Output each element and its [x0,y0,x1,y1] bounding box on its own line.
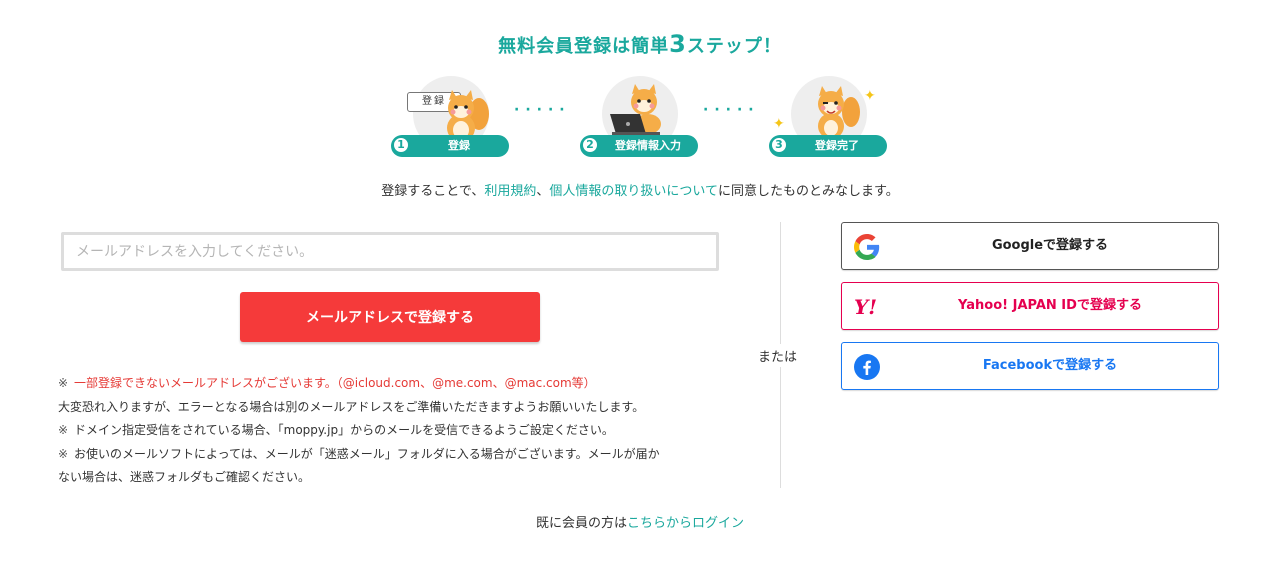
step-2-text: 登録情報入力 [615,139,681,152]
note-item: ※ お使いのメールソフトによっては、メールが「迷惑メール」フォルダに入る場合がご… [58,443,728,467]
agreement-suffix: に同意したものとみなします。 [718,184,899,199]
note-mark: ※ [58,423,69,437]
page-title: 無料会員登録は簡単3ステップ！ [0,30,1280,58]
privacy-link[interactable]: 個人情報の取り扱いについて [549,184,718,199]
agreement-prefix: 登録することで、 [381,184,485,199]
squirrel-wink-icon [818,86,860,139]
note-item: ※ ドメイン指定受信をされている場合、「moppy.jp」からのメールを受信でき… [58,419,728,443]
step-3-text: 登録完了 [815,139,859,152]
agreement-sep: 、 [536,184,550,199]
note-mark: ※ [58,446,69,461]
note-1-text: 一部登録できないメールアドレスがございます。（@icloud.com、@me.c… [74,376,596,390]
step-3-label: 3 登録完了 [769,135,887,157]
yahoo-icon: Y! [854,295,878,319]
note-item: ※ 一部登録できないメールアドレスがございます。（@icloud.com、@me… [58,372,728,396]
note-3-text: お使いのメールソフトによっては、メールが「迷惑メール」フォルダに入る場合がござい… [74,446,660,461]
note-2-text: ドメイン指定受信をされている場合、「moppy.jp」からのメールを受信できるよ… [74,423,614,437]
login-prompt: 既に会員の方はこちらからログイン [0,512,1280,531]
step-dots-2: ····· [703,102,760,118]
google-register-button[interactable]: Googleで登録する [841,222,1219,270]
yahoo-register-button[interactable]: Y! Yahoo! JAPAN IDで登録する [841,282,1219,330]
note-3-cont: ない場合は、迷惑フォルダもご確認ください。 [58,470,311,484]
step-1-label: 1 登録 [391,135,509,157]
login-prefix: 既に会員の方は [535,516,627,531]
sparkle-icon: ✦ [864,88,876,104]
notes-section: ※ 一部登録できないメールアドレスがございます。（@icloud.com、@me… [58,372,728,490]
google-button-label: Googleで登録する [991,238,1109,253]
facebook-button-label: Facebookで登録する [982,358,1118,373]
squirrel-laptop-icon [610,84,661,136]
agreement-text: 登録することで、利用規約、個人情報の取り扱いについてに同意したものとみなします。 [0,180,1280,199]
email-input[interactable] [61,232,719,271]
step-2-label: 2 登録情報入力 [580,135,698,157]
step-3-number: 3 [771,137,787,153]
title-text-end: ステップ！ [686,36,782,57]
step-2-number: 2 [582,137,598,153]
step-1-number: 1 [393,137,409,153]
facebook-icon [854,354,880,380]
facebook-register-button[interactable]: Facebookで登録する [841,342,1219,390]
terms-link[interactable]: 利用規約 [484,184,536,199]
step-dots-1: ····· [514,102,571,118]
title-text: 無料会員登録は簡単 [498,36,670,57]
yahoo-button-label: Yahoo! JAPAN IDで登録する [958,298,1142,313]
step-3: ✦ ✦ 3 登録完了 [769,74,899,160]
google-icon [854,234,880,260]
or-label: または [758,344,798,367]
title-number: 3 [669,30,687,58]
login-link[interactable]: こちらからログイン [627,516,744,531]
step-1-text: 登録 [448,139,470,152]
email-register-button[interactable]: メールアドレスで登録する [240,292,540,342]
note-1-sub: 大変恐れ入りますが、エラーとなる場合は別のメールアドレスをご準備いただきますよう… [58,399,645,414]
step-2: 2 登録情報入力 [580,74,710,160]
sparkle-icon: ✦ [773,116,785,132]
step-1: 登録 1 登録 [391,74,521,160]
note-mark: ※ [58,376,69,390]
